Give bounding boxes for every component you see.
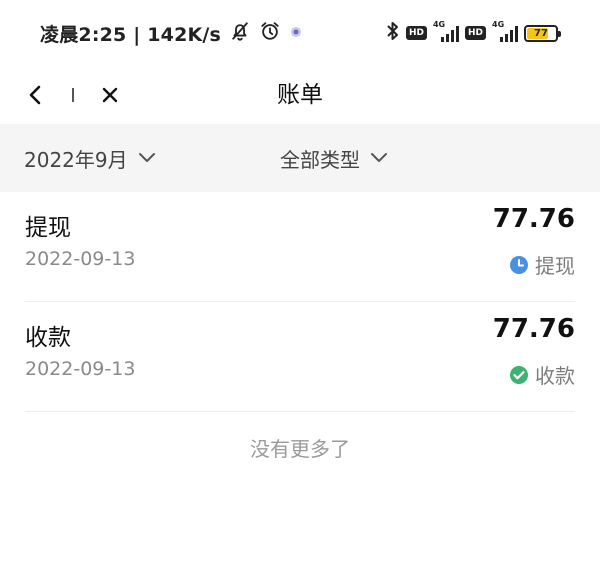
record-divider (25, 411, 575, 412)
alarm-clock-icon (259, 20, 281, 47)
app-notification-icon (289, 22, 303, 44)
clock-icon (510, 255, 528, 274)
record-amount: 77.76 (492, 314, 575, 344)
hd-badge-2: HD (464, 26, 486, 40)
type-filter-label: 全部类型 (280, 147, 360, 172)
record-date: 2022-09-13 (25, 358, 136, 380)
hd-badge: HD (405, 26, 427, 40)
month-filter-dropdown[interactable]: 2022年9月 (24, 124, 156, 192)
battery-level: 77 (534, 27, 548, 39)
signal-icon: 4G (433, 20, 459, 42)
bill-record-withdraw[interactable]: 提现 2022-09-13 77.76 提现 (0, 192, 600, 302)
page-title: 账单 (277, 82, 323, 108)
close-icon (102, 87, 118, 103)
chevron-down-icon (371, 153, 387, 162)
status-right: HD 4G HD 4G 77 (386, 20, 561, 45)
record-status-label: 收款 (535, 364, 575, 388)
record-title: 提现 (25, 215, 71, 241)
bill-record-receive[interactable]: 收款 2022-09-13 77.76 收款 (0, 302, 600, 412)
filter-bar: 2022年9月 全部类型 (0, 124, 600, 192)
month-filter-label: 2022年9月 (24, 147, 128, 172)
status-bar: 凌晨2:25 | 142K/s HD 4G HD 4G 77 (0, 0, 600, 66)
nav-divider (72, 88, 74, 102)
close-button[interactable] (96, 78, 124, 112)
record-date: 2022-09-13 (25, 248, 136, 270)
chevron-left-icon (29, 85, 41, 105)
battery-icon: 77 (524, 24, 561, 42)
type-filter-dropdown[interactable]: 全部类型 (280, 124, 388, 192)
bell-off-icon (229, 20, 251, 47)
record-status: 收款 (509, 360, 575, 389)
bluetooth-icon (386, 21, 400, 45)
signal-icon-2: 4G (492, 20, 518, 42)
chevron-down-icon (138, 153, 155, 162)
record-amount: 77.76 (492, 204, 575, 234)
status-time-speed: 凌晨2:25 | 142K/s (40, 23, 222, 46)
check-circle-icon (510, 365, 528, 384)
status-left: 凌晨2:25 | 142K/s (40, 20, 303, 47)
record-status: 提现 (509, 250, 575, 279)
back-button[interactable] (22, 78, 48, 112)
no-more-text: 没有更多了 (250, 437, 350, 461)
record-status-label: 提现 (535, 254, 575, 278)
nav-bar: 账单 (0, 66, 600, 124)
record-title: 收款 (25, 325, 71, 351)
